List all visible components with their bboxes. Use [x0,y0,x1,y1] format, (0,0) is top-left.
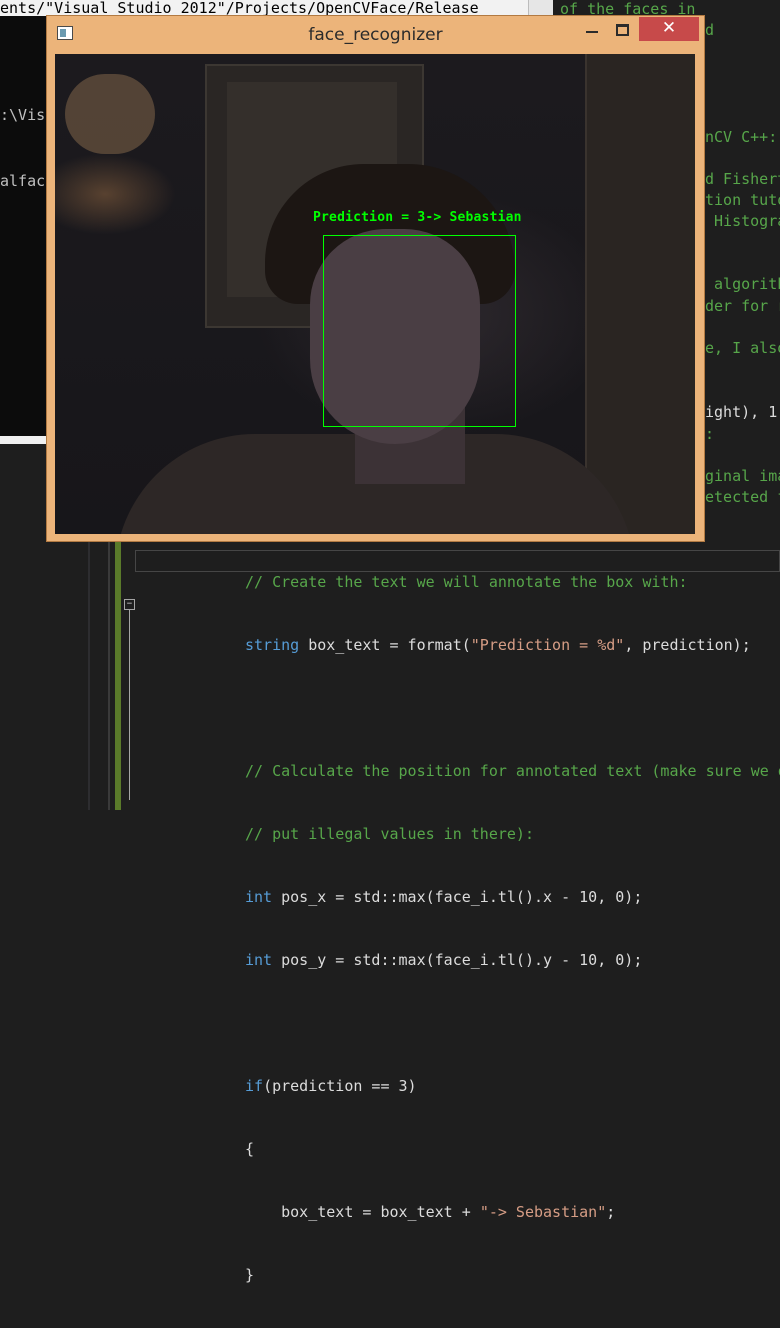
face-detection-box [323,235,516,427]
code-fragment: der for r [705,297,780,315]
code-block[interactable]: // Create the text we will annotate the … [245,530,780,1328]
face-recognizer-window[interactable]: face_recognizer ✕ Prediction = 3-> Sebas… [46,15,705,542]
close-icon: ✕ [661,18,677,38]
code-fragment: d [705,21,715,39]
close-button[interactable]: ✕ [639,17,699,41]
maximize-icon [616,24,629,36]
lamp-glow [65,74,155,154]
code-line: // put illegal values in there): [245,825,534,843]
camera-frame: Prediction = 3-> Sebastian [55,54,695,534]
code-fragment: ight), 1 [705,403,778,421]
minimize-button[interactable] [577,18,607,40]
code-fragment: : [705,425,715,443]
console-scroll-button[interactable] [528,0,553,16]
code-line: // Create the text we will annotate the … [245,573,688,591]
code-fragment: d Fishert [705,170,780,188]
code-line: string box_text = format("Prediction = %… [245,636,751,654]
code-line: int pos_y = std::max(face_i.tl().y - 10,… [245,951,643,969]
fold-guide-line [129,610,130,800]
code-line: if(prediction == 3) [245,1077,417,1095]
cabinet [585,54,695,534]
code-line: } [245,1266,255,1284]
code-fragment: ginal ima [705,467,780,485]
code-fragment: algorith [705,275,780,293]
code-fragment: Histogra [705,212,780,230]
collapse-region-icon[interactable]: − [124,599,135,610]
code-line: // Calculate the position for annotated … [245,762,780,780]
console-title-bar: ents/"Visual Studio 2012"/Projects/OpenC… [0,0,552,16]
code-fragment: tion tuto [705,191,780,209]
maximize-button[interactable] [607,18,637,40]
code-fragment: nCV C++: [705,128,778,146]
window-title-bar[interactable]: face_recognizer ✕ [47,16,704,52]
code-line: int pos_x = std::max(face_i.tl().x - 10,… [245,888,643,906]
code-line: { [245,1140,255,1158]
minimize-icon [586,31,598,33]
code-line: box_text = box_text + "-> Sebastian"; [245,1203,616,1221]
prediction-label: Prediction = 3-> Sebastian [313,210,522,225]
code-fragment: etected f [705,488,780,506]
code-fragment: e, I also [705,339,780,357]
